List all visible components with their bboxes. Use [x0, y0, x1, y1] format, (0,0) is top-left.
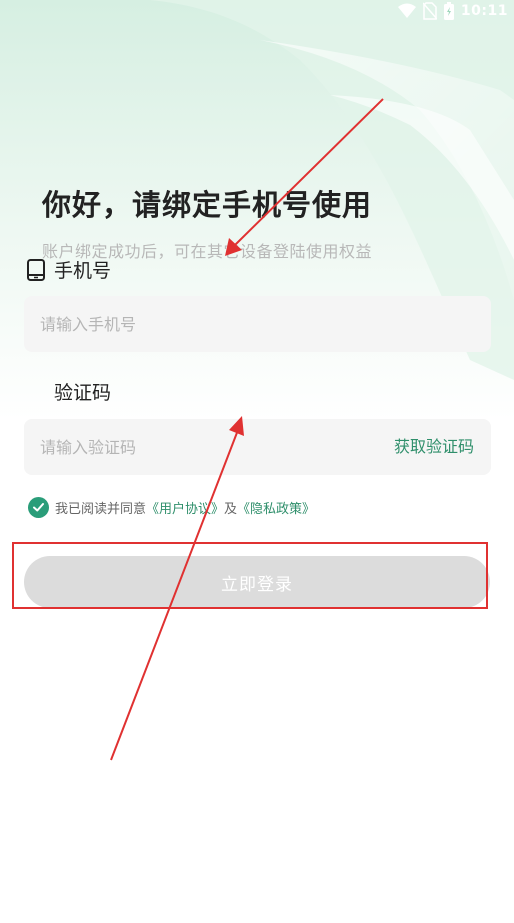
annotation-arrow-top: [225, 98, 384, 256]
user-agreement-link[interactable]: 《用户协议》: [146, 498, 224, 517]
privacy-policy-link[interactable]: 《隐私政策》: [237, 498, 315, 517]
no-sim-icon: [422, 2, 437, 20]
agreement-checkbox[interactable]: [28, 497, 49, 518]
code-input-box: 获取验证码: [24, 419, 491, 475]
battery-icon: [443, 2, 454, 20]
status-icons: 10:11: [397, 2, 508, 20]
status-bar: 10:11: [0, 0, 514, 24]
agreement-prefix: 我已阅读并同意: [55, 502, 147, 517]
agreement-row: 我已阅读并同意 《用户协议》 及 《隐私政策》: [28, 497, 315, 518]
code-label-text: 验证码: [54, 382, 112, 404]
phone-input-box: [24, 296, 491, 352]
status-time: 10:11: [460, 3, 508, 19]
code-label: 验证码: [54, 378, 111, 405]
get-code-button[interactable]: 获取验证码: [394, 419, 474, 475]
phone-input[interactable]: [40, 296, 370, 352]
phone-label: 手机号: [26, 256, 111, 283]
wifi-icon: [397, 3, 416, 18]
code-input[interactable]: [40, 419, 370, 475]
page-title: 你好，请绑定手机号使用: [42, 188, 373, 222]
annotation-highlight-box: [12, 542, 488, 609]
check-icon: [33, 503, 44, 512]
agreement-and: 及: [224, 502, 238, 517]
phone-label-text: 手机号: [54, 260, 112, 282]
phone-icon: [27, 258, 45, 281]
